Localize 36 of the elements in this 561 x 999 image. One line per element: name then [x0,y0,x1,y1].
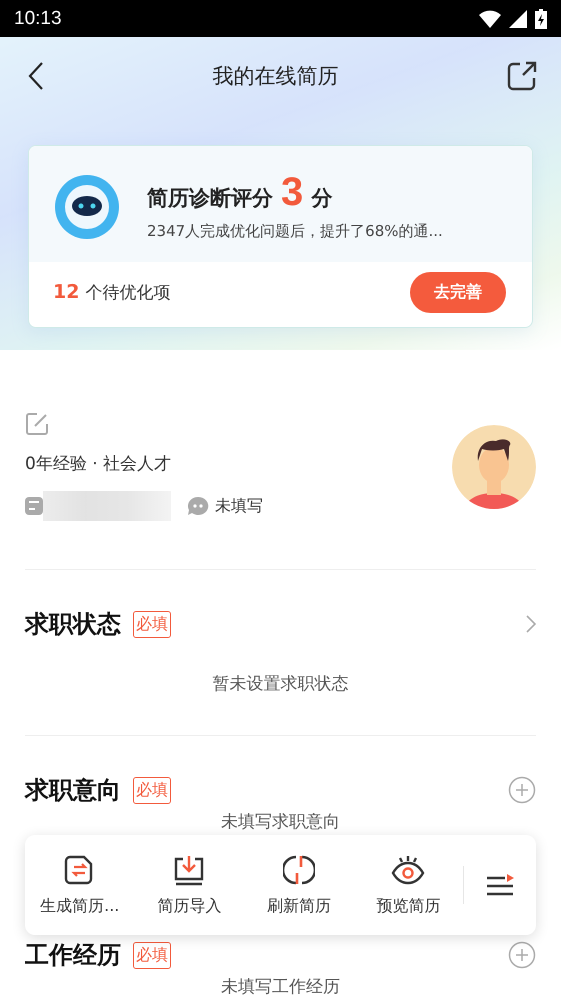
toolbar-button[interactable]: 预览简历 [354,854,463,916]
pending-label: 个待优化项 [85,282,170,304]
status-time: 10:13 [14,8,62,30]
wechat-text: 未填写 [215,496,263,516]
section-title: 求职意向 [25,775,121,806]
menu-icon [486,873,514,897]
refresh-icon [282,854,315,886]
required-tag: 必填 [133,942,171,968]
toolbar-button[interactable]: 简历导入 [134,854,244,916]
section-title: 工作经历 [25,940,121,971]
wifi-icon [479,10,501,28]
score-unit: 分 [311,185,332,212]
empty-state-text: 暂未设置求职状态 [212,673,348,695]
empty-state-text: 未填写工作经历 [221,976,340,998]
avatar[interactable] [452,424,536,508]
battery-icon [535,8,547,28]
toolbar-button[interactable]: 生成简历... [25,854,134,916]
section-title: 求职状态 [25,609,121,640]
empty-state-text: 未填写求职意向 [221,811,340,833]
required-tag: 必填 [133,610,171,638]
share-icon[interactable] [507,61,537,91]
download-tray-icon [173,854,206,886]
score-subtitle: 2347人完成优化问题后，提升了68%的通... [147,222,443,241]
experience-text: 0年经验 · 社会人才 [25,453,172,475]
back-icon[interactable] [28,61,44,91]
chat-icon [187,496,209,516]
phone-icon [25,497,43,515]
score-value: 3 [281,172,304,212]
page-title: 我的在线简历 [212,63,338,90]
required-tag: 必填 [133,776,171,804]
score-title: 简历诊断评分 [147,185,273,212]
robot-icon [55,174,119,238]
toolbar-button[interactable]: 刷新简历 [244,854,354,916]
pending-count: 12 [53,281,80,303]
signal-icon [509,10,527,28]
eye-icon [391,854,426,886]
